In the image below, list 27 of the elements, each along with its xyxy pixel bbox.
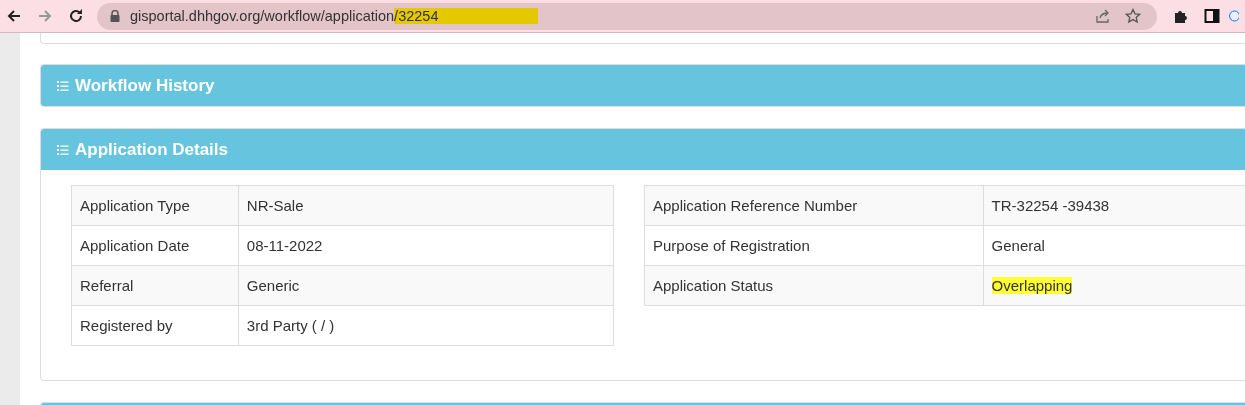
star-icon[interactable] (1125, 8, 1141, 24)
field-value: Generic (246, 277, 300, 294)
panel-header[interactable]: Workflow History (41, 65, 1245, 106)
panel-title: Workflow History (75, 75, 215, 96)
side-panel-icon[interactable] (1204, 8, 1220, 24)
field-value: NR-Sale (246, 197, 304, 214)
field-label: Application Reference Number (644, 185, 984, 226)
lock-icon (110, 10, 120, 22)
field-label: Application Status (644, 265, 984, 306)
field-label: Registered by (71, 305, 239, 346)
panel-header[interactable]: Application Details (41, 129, 1245, 170)
field-label: Application Type (71, 185, 239, 226)
reload-icon[interactable] (68, 8, 84, 24)
field-label: Referral (71, 265, 239, 306)
list-icon (57, 80, 69, 91)
back-icon[interactable] (6, 8, 22, 24)
field-value: 3rd Party ( / ) (246, 317, 335, 334)
puzzle-icon[interactable] (1173, 8, 1189, 24)
field-label: Application Date (71, 225, 239, 266)
field-value: TR-32254 -39438 (991, 197, 1110, 214)
panel-title: Application Details (75, 139, 229, 160)
field-value: Overlapping (991, 277, 1073, 294)
field-value: 08-11-2022 (246, 237, 323, 254)
list-icon (57, 144, 69, 155)
field-label: Purpose of Registration (644, 225, 984, 266)
field-value: General (991, 237, 1045, 254)
share-icon[interactable] (1095, 8, 1111, 24)
